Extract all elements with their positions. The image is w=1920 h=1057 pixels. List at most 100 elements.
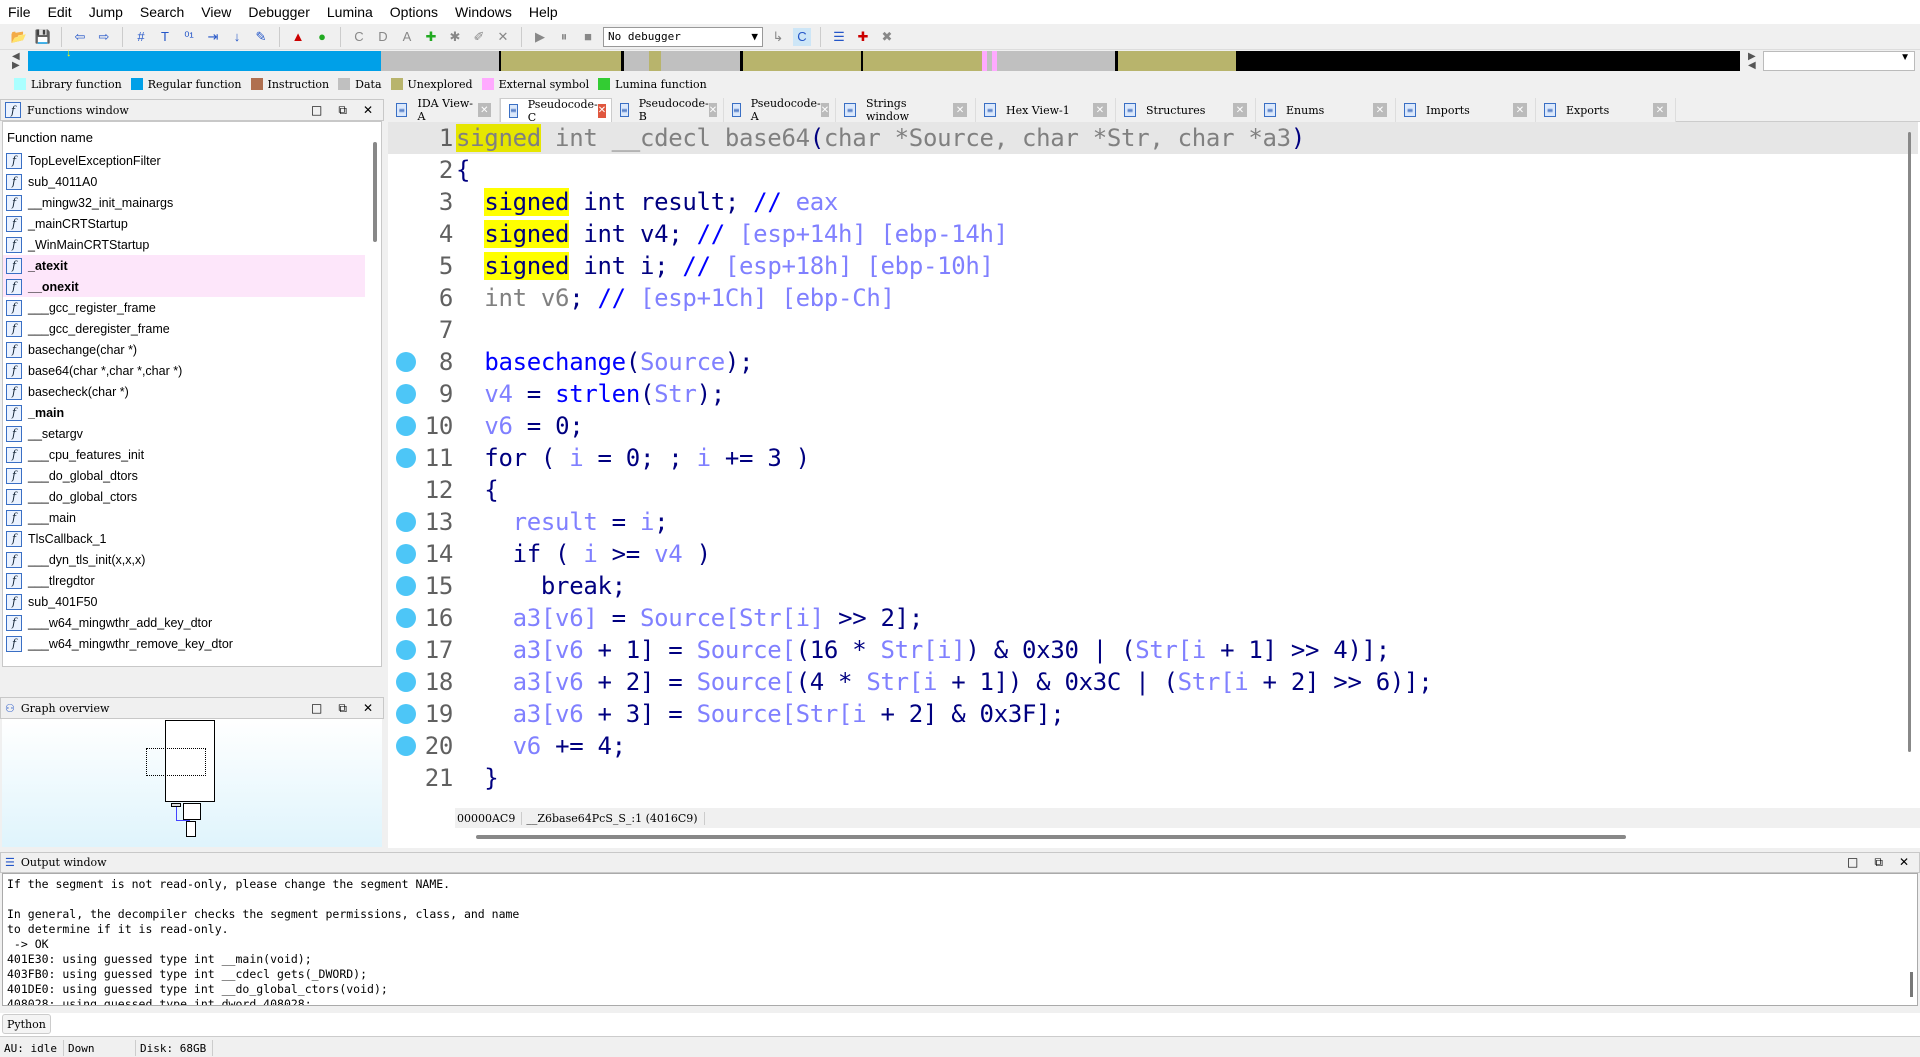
menu-windows[interactable]: Windows (455, 4, 512, 20)
tab-ida-view-a[interactable]: ≡ IDA View-A ✕ (388, 97, 500, 123)
function-list-item[interactable]: f ___cpu_features_init (3, 444, 365, 465)
close-icon[interactable]: ✕ (363, 701, 373, 716)
function-list-item[interactable]: f TlsCallback_1 (3, 528, 365, 549)
close-icon[interactable]: ✕ (477, 103, 491, 117)
tab-exports[interactable]: ≡ Exports ✕ (1536, 98, 1676, 122)
breakpoint-list-icon[interactable]: ☰ (830, 28, 848, 46)
search-binary-icon[interactable]: ⁰¹ (180, 28, 198, 46)
code-line[interactable]: 9 v4 = strlen(Str); (388, 378, 1918, 410)
function-list-item[interactable]: f __onexit (3, 276, 365, 297)
graph-viewport[interactable] (146, 748, 206, 776)
tab-enums[interactable]: ≡ Enums ✕ (1256, 98, 1396, 122)
tab-structures[interactable]: ≡ Structures ✕ (1116, 98, 1256, 122)
close-icon[interactable]: ✕ (363, 103, 373, 118)
make-string-icon[interactable]: A (398, 28, 416, 46)
menu-options[interactable]: Options (390, 4, 438, 20)
code-line[interactable]: 8 basechange(Source); (388, 346, 1918, 378)
function-list-item[interactable]: f sub_4011A0 (3, 171, 365, 192)
code-line[interactable]: 3 signed int result; // eax (388, 186, 1918, 218)
maximize-icon[interactable]: □ (1847, 855, 1858, 870)
code-line[interactable]: 1 signed int __cdecl base64(char *Source,… (388, 122, 1918, 154)
close-icon[interactable]: ✕ (1899, 855, 1909, 870)
code-line[interactable]: 19 a3[v6 + 3] = Source[Str[i + 2] & 0x3F… (388, 698, 1918, 730)
function-list-item[interactable]: f ___tlregdtor (3, 570, 365, 591)
function-list-item[interactable]: f ___w64_mingwthr_add_key_dtor (3, 612, 365, 633)
function-list-item[interactable]: f __setargv (3, 423, 365, 444)
segment-select[interactable]: ▼ (1763, 51, 1915, 71)
code-horizontal-scrollbar[interactable] (476, 835, 1626, 839)
green-circle-icon[interactable]: ● (313, 28, 331, 46)
code-line[interactable]: 20 v6 += 4; (388, 730, 1918, 762)
close-icon[interactable]: ✕ (597, 103, 607, 118)
code-line[interactable]: 17 a3[v6 + 1] = Source[(16 * Str[i]) & 0… (388, 634, 1918, 666)
menu-search[interactable]: Search (140, 4, 184, 20)
function-list-item[interactable]: f ___dyn_tls_init(x,x,x) (3, 549, 365, 570)
close-icon[interactable]: ✕ (1373, 103, 1387, 117)
code-line[interactable]: 2{ (388, 154, 1918, 186)
code-line[interactable]: 5 signed int i; // [esp+18h] [ebp-10h] (388, 250, 1918, 282)
function-list-item[interactable]: f TopLevelExceptionFilter (3, 150, 365, 171)
menu-view[interactable]: View (201, 4, 231, 20)
maximize-icon[interactable]: □ (311, 701, 322, 716)
add-breakpoint-icon[interactable]: ✚ (854, 28, 872, 46)
tab-pseudocode-b[interactable]: ≡ Pseudocode-B ✕ (612, 97, 724, 123)
code-line[interactable]: 18 a3[v6 + 2] = Source[(4 * Str[i + 1]) … (388, 666, 1918, 698)
float-icon[interactable]: ⧉ (338, 701, 347, 716)
warning-icon[interactable]: ▲ (289, 28, 307, 46)
code-vertical-scrollbar[interactable] (1908, 132, 1911, 752)
function-list-item[interactable]: f _WinMainCRTStartup (3, 234, 365, 255)
function-list-item[interactable]: f base64(char *,char *,char *) (3, 360, 365, 381)
close-icon[interactable]: ✕ (953, 103, 967, 117)
make-data-icon[interactable]: D (374, 28, 392, 46)
functions-scrollbar[interactable] (373, 142, 377, 242)
function-list-item[interactable]: f basechange(char *) (3, 339, 365, 360)
function-list-item[interactable]: f ___w64_mingwthr_remove_key_dtor (3, 633, 365, 654)
tab-strings-window[interactable]: ≡ Strings window ✕ (836, 97, 976, 123)
add-icon[interactable]: ✚ (422, 28, 440, 46)
float-icon[interactable]: ⧉ (1874, 855, 1883, 870)
function-list-item[interactable]: f ___gcc_deregister_frame (3, 318, 365, 339)
unknown-icon[interactable]: ✱ (446, 28, 464, 46)
step-icon[interactable]: ↳ (769, 28, 787, 46)
undefine-icon[interactable]: ✕ (494, 28, 512, 46)
close-icon[interactable]: ✕ (708, 103, 718, 117)
code-line[interactable]: 7 (388, 314, 1918, 346)
menu-jump[interactable]: Jump (89, 4, 123, 20)
menu-file[interactable]: File (8, 4, 31, 20)
tab-pseudocode-c[interactable]: ≡ Pseudocode-C ✕ (500, 98, 612, 124)
function-list-item[interactable]: f _atexit (3, 255, 365, 276)
search-text-icon[interactable]: T (156, 28, 174, 46)
function-list-item[interactable]: f _main (3, 402, 365, 423)
stop-icon[interactable]: ■ (579, 28, 597, 46)
maximize-icon[interactable]: □ (311, 103, 322, 118)
function-list-item[interactable]: f ___gcc_register_frame (3, 297, 365, 318)
graph-overview-canvas[interactable] (2, 719, 382, 847)
menu-help[interactable]: Help (529, 4, 558, 20)
play-icon[interactable]: ▶ (531, 28, 549, 46)
search-next-icon[interactable]: ⇥ (204, 28, 222, 46)
mark-icon[interactable]: ✎ (252, 28, 270, 46)
tab-imports[interactable]: ≡ Imports ✕ (1396, 98, 1536, 122)
search-hex-icon[interactable]: # (132, 28, 150, 46)
column-header-function-name[interactable]: Function name (3, 122, 381, 150)
forward-icon[interactable]: ⇨ (95, 28, 113, 46)
nav-scroll-left-icon[interactable]: ◀ ▶ (12, 52, 20, 71)
debugger-select[interactable]: No debugger ▼ (603, 26, 763, 47)
function-list-item[interactable]: f ___main (3, 507, 365, 528)
output-text[interactable]: If the segment is not read-only, please … (2, 873, 1918, 1006)
close-icon[interactable]: ✕ (1093, 103, 1107, 117)
python-button[interactable]: Python (2, 1014, 51, 1034)
jump-down-icon[interactable]: ↓ (228, 28, 246, 46)
close-icon[interactable]: ✕ (820, 103, 830, 117)
edit-icon[interactable]: ✐ (470, 28, 488, 46)
float-icon[interactable]: ⧉ (338, 103, 347, 118)
code-line[interactable]: 4 signed int v4; // [esp+14h] [ebp-14h] (388, 218, 1918, 250)
command-line[interactable] (0, 1013, 1920, 1037)
close-icon[interactable]: ✕ (1653, 103, 1667, 117)
function-list-item[interactable]: f ___do_global_dtors (3, 465, 365, 486)
menu-edit[interactable]: Edit (48, 4, 72, 20)
navigation-band[interactable]: ↓ (28, 47, 1740, 71)
code-line[interactable]: 13 result = i; (388, 506, 1918, 538)
code-line[interactable]: 11 for ( i = 0; ; i += 3 ) (388, 442, 1918, 474)
function-list-item[interactable]: f __mingw32_init_mainargs (3, 192, 365, 213)
